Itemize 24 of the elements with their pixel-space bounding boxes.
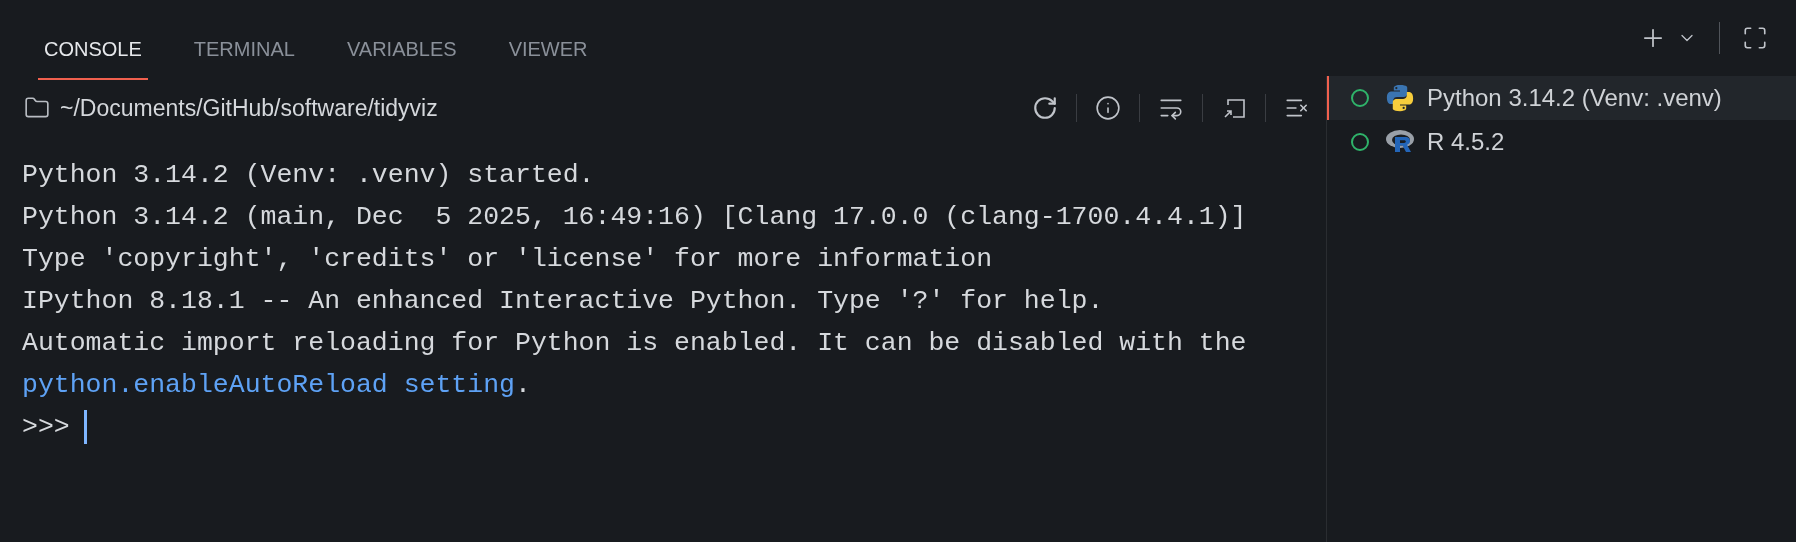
maximize-icon[interactable]: [1742, 25, 1768, 51]
working-directory: ~/Documents/GitHub/software/tidyviz: [60, 93, 438, 123]
console-line: IPython 8.18.1 -- An enhanced Interactive Python. Type '?' for help.: [22, 285, 1105, 318]
console-line: Python 3.14.2 (main, Dec 5 2025, 16:49:16) [Clang 17.0.0 (clang-1700.4.4.1)]: [22, 201, 1248, 234]
tab[interactable]: VARIABLES: [340, 34, 463, 80]
console-line: python.enableAutoReload setting.: [22, 369, 532, 402]
text-cursor: [83, 410, 87, 444]
status-ring-icon: [1351, 133, 1369, 151]
tab[interactable]: CONSOLE: [38, 34, 148, 80]
console-line: Automatic import reloading for Python is enabled. It can be disabled with the: [22, 327, 1248, 360]
session-label: Python 3.14.2 (Venv: .venv): [1427, 83, 1722, 113]
console-line: Type 'copyright', 'credits' or 'license' for more information: [22, 243, 994, 276]
tab[interactable]: TERMINAL: [187, 34, 301, 80]
session-label: R 4.5.2: [1427, 127, 1505, 157]
python-logo-icon: [1385, 83, 1415, 113]
tab[interactable]: VIEWER: [502, 34, 594, 80]
session-item[interactable]: Python 3.14.2 (Venv: .venv): [1327, 76, 1796, 120]
setting-link[interactable]: python.enableAutoReload setting: [22, 370, 515, 400]
console-line: Python 3.14.2 (Venv: .venv) started.: [22, 159, 596, 192]
info-icon[interactable]: [1095, 95, 1121, 121]
restart-icon[interactable]: [1032, 95, 1058, 121]
status-ring-icon: [1351, 89, 1369, 107]
session-item[interactable]: R 4.5.2: [1327, 120, 1796, 164]
console-prompt: >>>: [22, 411, 70, 444]
